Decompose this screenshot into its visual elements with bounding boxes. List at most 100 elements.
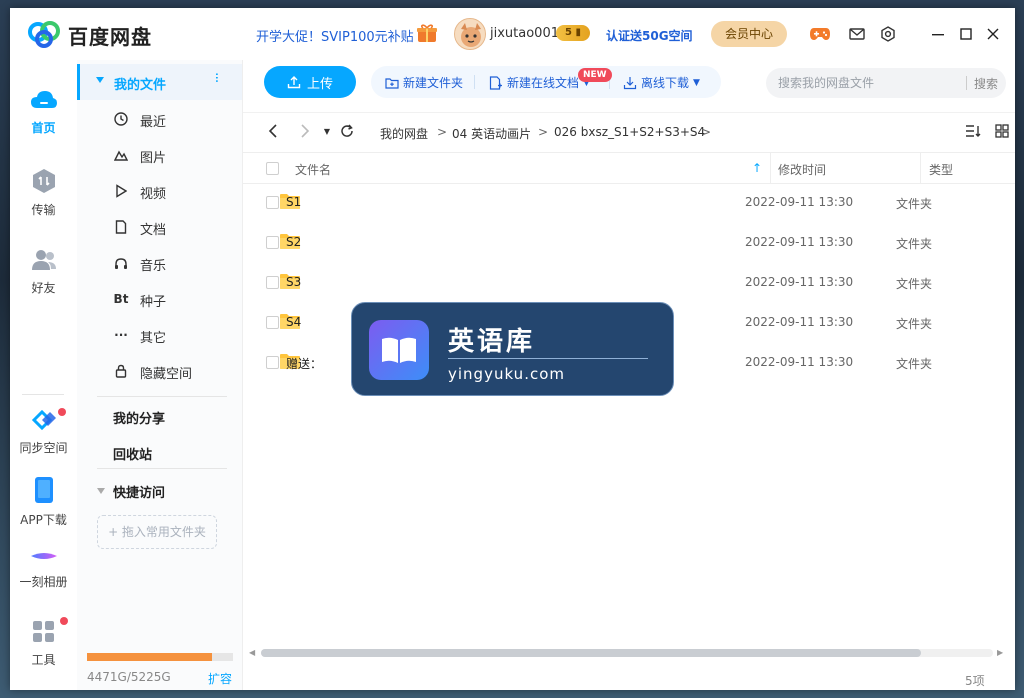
history-dropdown-icon[interactable]: ▼ [319,123,335,139]
sidebar-my-files[interactable]: 我的文件 ··· [77,64,242,100]
nav-album-label: 一刻相册 [19,575,68,589]
expand-storage-link[interactable]: 扩容 [208,670,232,687]
sidebar: 我的文件 ··· 最近 图片 视频 文档 音乐 Bt 种子 ··· 其它 隐藏空… [77,60,243,690]
left-nav: 首页 传输 好友 同步空间 APP下载 一刻相册 工具 [10,60,77,690]
new-folder-button[interactable]: 新建文件夹 [385,74,463,91]
scroll-left-icon[interactable]: ◀ [249,648,255,657]
scrollbar-thumb[interactable] [261,649,921,657]
app-title: 百度网盘 [68,25,152,49]
sidebar-item-recent[interactable]: 最近 [77,101,242,137]
sidebar-item-label: 隐藏空间 [140,367,193,382]
column-divider[interactable] [770,153,771,183]
row-checkbox[interactable] [266,276,279,289]
new-online-doc-button[interactable]: 新建在线文档 ▼ [489,74,590,91]
forward-icon[interactable] [297,123,313,139]
mail-icon[interactable] [845,22,869,46]
upload-button[interactable]: 上传 [264,66,356,98]
sidebar-item-music[interactable]: 音乐 [77,245,242,281]
verify-link[interactable]: 认证送50G空间 [606,27,693,44]
table-row[interactable]: S3 2022-09-11 13:30 文件夹 [243,262,1015,302]
breadcrumb-separator: > [701,125,712,139]
nav-tools[interactable]: 工具 [10,620,77,668]
upload-label: 上传 [306,76,333,92]
sidebar-recycle-bin[interactable]: 回收站 [113,444,152,463]
maximize-button[interactable] [954,22,978,46]
drop-folder-zone[interactable]: + 拖入常用文件夹 [97,515,217,549]
select-all-checkbox[interactable] [266,162,279,175]
breadcrumb-item[interactable]: 04 英语动画片 [452,125,531,142]
svip-promo-link[interactable]: 开学大促！SVIP100元补贴 [256,26,414,45]
sidebar-item-videos[interactable]: 视频 [77,173,242,209]
file-name[interactable]: S4 [286,315,301,329]
table-header: 文件名 ↑ 修改时间 类型 [243,152,1015,184]
sidebar-quick-access[interactable]: 快捷访问 [113,482,165,501]
minimize-button[interactable] [926,22,950,46]
title-bar: 百度网盘 开学大促！SVIP100元补贴 jixutao001 5 ▮ 认证送5… [10,8,1015,60]
search-divider [966,76,967,90]
search-button[interactable]: 搜索 [974,75,998,92]
avatar[interactable] [454,18,486,50]
sidebar-item-hidden-space[interactable]: 隐藏空间 [77,353,242,389]
row-checkbox[interactable] [266,236,279,249]
sidebar-item-other[interactable]: ··· 其它 [77,317,242,353]
nav-transfer[interactable]: 传输 [10,168,77,218]
nav-album[interactable]: 一刻相册 [10,546,77,590]
breadcrumb-item[interactable]: 026 bxsz_S1+S2+S3+S4 [554,125,705,139]
column-time-header[interactable]: 修改时间 [778,161,826,178]
search-box: 搜索 [766,68,1006,98]
username[interactable]: jixutao001 [490,26,559,41]
refresh-icon[interactable] [339,123,355,139]
search-input[interactable] [778,74,958,92]
new-folder-icon [385,77,399,89]
scroll-right-icon[interactable]: ▶ [997,648,1003,657]
row-checkbox[interactable] [266,356,279,369]
grid-view-icon[interactable] [994,123,1010,139]
offline-download-button[interactable]: 离线下载 ▼ [623,74,700,91]
horizontal-scrollbar[interactable]: ◀ ▶ [249,648,1009,658]
toolbar-group: 新建文件夹 新建在线文档 ▼ 离线下载 ▼ [371,66,721,98]
gamepad-icon[interactable] [808,22,832,46]
table-row[interactable]: S1 2022-09-11 13:30 文件夹 [243,182,1015,222]
gift-icon[interactable] [416,23,438,43]
bt-icon: Bt [113,292,129,306]
row-checkbox[interactable] [266,196,279,209]
column-name-header[interactable]: 文件名 [295,161,331,178]
file-time: 2022-09-11 13:30 [745,235,854,249]
file-name[interactable]: 赠送： [286,355,322,372]
sidebar-item-documents[interactable]: 文档 [77,209,242,245]
chevron-down-icon[interactable]: ▼ [693,78,700,88]
sidebar-item-torrents[interactable]: Bt 种子 [77,281,242,317]
nav-friends[interactable]: 好友 [10,248,77,296]
sidebar-item-label: 最近 [140,115,167,130]
back-icon[interactable] [265,123,281,139]
quick-access-triangle-icon[interactable] [97,488,105,494]
row-checkbox[interactable] [266,316,279,329]
nav-app-download[interactable]: APP下载 [10,476,77,528]
offline-download-label: 离线下载 [641,76,690,90]
close-button[interactable] [981,22,1005,46]
vip-center-button[interactable]: 会员中心 [711,21,787,47]
file-name[interactable]: S3 [286,275,301,289]
more-options-icon[interactable]: ··· [208,72,224,82]
sidebar-my-files-label: 我的文件 [114,78,167,93]
collapse-triangle-icon[interactable] [96,77,104,83]
sort-icon[interactable] [965,123,981,139]
column-type-header[interactable]: 类型 [929,161,953,178]
watermark-divider [448,358,648,359]
column-divider[interactable] [920,153,921,183]
file-time: 2022-09-11 13:30 [745,355,854,369]
breadcrumb-item[interactable]: 我的网盘 [380,125,428,142]
breadcrumb-separator: > [538,125,549,139]
table-row[interactable]: S2 2022-09-11 13:30 文件夹 [243,222,1015,262]
transfer-icon [32,169,55,193]
file-name[interactable]: S1 [286,195,301,209]
sidebar-item-images[interactable]: 图片 [77,137,242,173]
file-time: 2022-09-11 13:30 [745,275,854,289]
nav-sync[interactable]: 同步空间 [10,408,77,456]
sort-ascending-icon[interactable]: ↑ [752,161,762,175]
file-name[interactable]: S2 [286,235,301,249]
document-icon [113,219,129,235]
nav-home[interactable]: 首页 [10,88,77,136]
settings-icon[interactable] [876,22,900,46]
sidebar-my-share[interactable]: 我的分享 [113,408,165,427]
